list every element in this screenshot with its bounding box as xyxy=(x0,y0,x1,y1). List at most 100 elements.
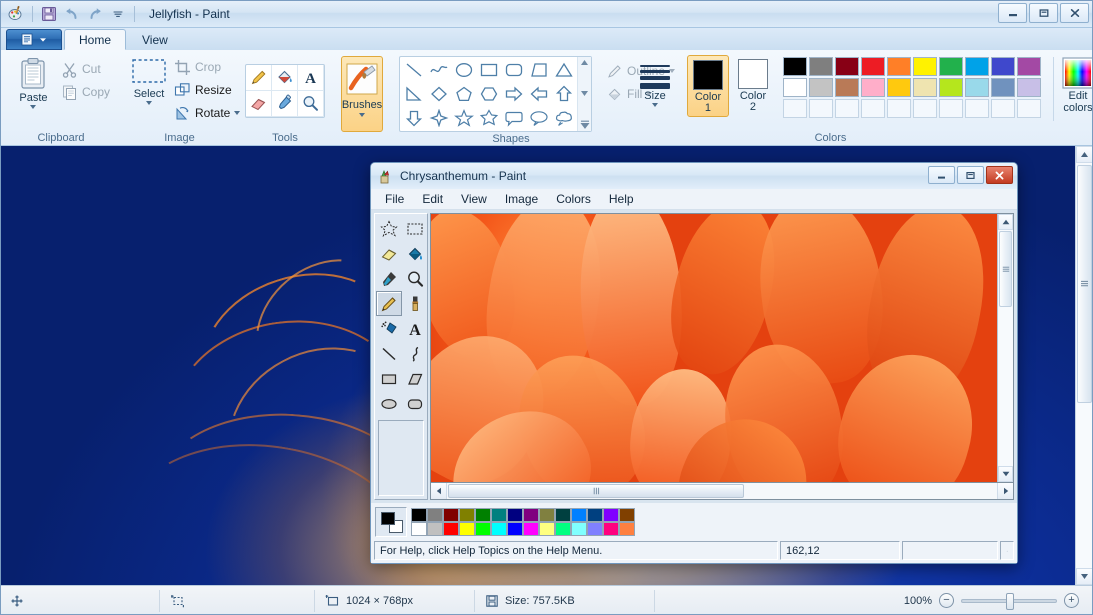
pencil-tool-icon[interactable] xyxy=(376,291,402,316)
palette-swatch-row3-3[interactable] xyxy=(861,99,885,118)
rotate-button[interactable]: Rotate xyxy=(170,102,244,124)
undo-icon[interactable] xyxy=(62,4,82,24)
shapes-gallery-scrollbar[interactable] xyxy=(577,57,591,131)
paste-dropdown-caret[interactable] xyxy=(30,105,37,109)
shape-hexagon-icon[interactable] xyxy=(476,82,501,106)
brush-tool-icon[interactable] xyxy=(402,291,428,316)
canvas-scroll-down-button[interactable] xyxy=(998,466,1013,482)
zoom-in-button[interactable]: + xyxy=(1064,593,1079,608)
palette-swatch-row2-0[interactable] xyxy=(783,78,807,97)
classic-swatch-row2-4[interactable] xyxy=(475,522,491,536)
classic-swatch-row2-7[interactable] xyxy=(523,522,539,536)
vertical-scroll-track[interactable] xyxy=(1076,163,1093,568)
shape-left-arrow-icon[interactable] xyxy=(526,82,551,106)
palette-swatch-row3-1[interactable] xyxy=(809,99,833,118)
rectangle-tool-icon[interactable] xyxy=(376,366,402,391)
crop-button[interactable]: Crop xyxy=(170,56,244,78)
classic-swatch-row2-5[interactable] xyxy=(491,522,507,536)
line-tool-icon[interactable] xyxy=(376,341,402,366)
palette-swatch-row2-8[interactable] xyxy=(991,78,1015,97)
polygon-tool-icon[interactable] xyxy=(402,366,428,391)
palette-swatch-row1-7[interactable] xyxy=(965,57,989,76)
classic-swatch-row1-6[interactable] xyxy=(507,508,523,522)
palette-swatch-row3-5[interactable] xyxy=(913,99,937,118)
palette-swatch-row1-9[interactable] xyxy=(1017,57,1041,76)
menu-colors[interactable]: Colors xyxy=(548,190,599,208)
classic-swatch-row2-8[interactable] xyxy=(539,522,555,536)
zoom-slider-track[interactable] xyxy=(961,592,1057,610)
fill-with-color-icon[interactable] xyxy=(272,65,298,91)
classic-swatch-row2-10[interactable] xyxy=(571,522,587,536)
canvas-scroll-left-button[interactable] xyxy=(431,483,447,499)
classic-swatch-row2-13[interactable] xyxy=(619,522,635,536)
palette-swatch-row3-7[interactable] xyxy=(965,99,989,118)
tab-view[interactable]: View xyxy=(128,29,182,50)
classic-swatch-row2-3[interactable] xyxy=(459,522,475,536)
classic-swatch-row1-0[interactable] xyxy=(411,508,427,522)
palette-swatch-row3-4[interactable] xyxy=(887,99,911,118)
eraser-tool-icon[interactable] xyxy=(246,91,272,117)
resize-button[interactable]: Resize xyxy=(170,79,244,101)
select-button[interactable]: Select xyxy=(130,54,168,105)
classic-swatch-row2-1[interactable] xyxy=(427,522,443,536)
minimize-button[interactable] xyxy=(998,3,1027,23)
menu-image[interactable]: Image xyxy=(497,190,546,208)
rectangle-select-tool-icon[interactable] xyxy=(402,216,428,241)
zoom-out-button[interactable]: − xyxy=(939,593,954,608)
palette-swatch-row1-4[interactable] xyxy=(887,57,911,76)
palette-swatch-row2-3[interactable] xyxy=(861,78,885,97)
foreground-background-swatch[interactable] xyxy=(375,507,407,537)
shape-rounded-rectangle-icon[interactable] xyxy=(501,58,526,82)
color-picker-tool-icon[interactable] xyxy=(272,91,298,117)
save-icon[interactable] xyxy=(39,4,59,24)
classic-swatch-row2-0[interactable] xyxy=(411,522,427,536)
ellipse-tool-icon[interactable] xyxy=(376,391,402,416)
canvas-hscroll-thumb[interactable] xyxy=(448,484,744,498)
chrysanthemum-canvas[interactable] xyxy=(431,214,997,482)
text-tool-icon[interactable]: A xyxy=(402,316,428,341)
scroll-up-button[interactable] xyxy=(1076,146,1093,163)
canvas-hscroll-track[interactable] xyxy=(447,483,997,499)
canvas-horizontal-scrollbar[interactable] xyxy=(430,483,1014,500)
inner-restore-button[interactable] xyxy=(957,166,984,184)
zoom-slider-knob[interactable] xyxy=(1006,592,1014,610)
palette-swatch-row1-1[interactable] xyxy=(809,57,833,76)
classic-swatch-row2-6[interactable] xyxy=(507,522,523,536)
size-button[interactable]: Size xyxy=(639,58,671,107)
palette-swatch-row2-9[interactable] xyxy=(1017,78,1041,97)
palette-swatch-row2-7[interactable] xyxy=(965,78,989,97)
palette-swatch-row2-1[interactable] xyxy=(809,78,833,97)
menu-edit[interactable]: Edit xyxy=(414,190,451,208)
rounded-rectangle-tool-icon[interactable] xyxy=(402,391,428,416)
palette-swatch-row3-8[interactable] xyxy=(991,99,1015,118)
menu-help[interactable]: Help xyxy=(601,190,642,208)
airbrush-tool-icon[interactable] xyxy=(376,316,402,341)
shape-right-arrow-icon[interactable] xyxy=(501,82,526,106)
shape-up-arrow-icon[interactable] xyxy=(551,82,576,106)
classic-swatch-row1-1[interactable] xyxy=(427,508,443,522)
classic-swatch-row1-7[interactable] xyxy=(523,508,539,522)
shape-rounded-callout-icon[interactable] xyxy=(501,106,526,130)
brushes-button[interactable]: Brushes xyxy=(340,56,384,132)
shape-down-arrow-icon[interactable] xyxy=(401,106,426,130)
color-2-button[interactable]: Color 2 xyxy=(733,55,773,115)
copy-button[interactable]: Copy xyxy=(57,81,114,103)
shape-four-point-star-icon[interactable] xyxy=(426,106,451,130)
menu-view[interactable]: View xyxy=(453,190,495,208)
classic-swatch-row1-3[interactable] xyxy=(459,508,475,522)
close-button[interactable] xyxy=(1060,3,1089,23)
shape-pentagon-icon[interactable] xyxy=(451,82,476,106)
brushes-dropdown-caret[interactable] xyxy=(359,113,365,117)
classic-swatch-row2-12[interactable] xyxy=(603,522,619,536)
menu-file[interactable]: File xyxy=(377,190,412,208)
magnifier-tool-icon[interactable] xyxy=(298,91,324,117)
palette-swatch-row2-6[interactable] xyxy=(939,78,963,97)
paint-file-menu-button[interactable] xyxy=(6,29,62,50)
cut-button[interactable]: Cut xyxy=(57,58,114,80)
palette-swatch-row1-3[interactable] xyxy=(861,57,885,76)
workspace-vertical-scrollbar[interactable] xyxy=(1075,146,1093,585)
edit-colors-button[interactable]: Edit colors xyxy=(1062,55,1093,114)
color-1-button[interactable]: Color 1 xyxy=(687,55,729,117)
foreground-color-chip[interactable] xyxy=(381,512,395,525)
shape-oval-icon[interactable] xyxy=(451,58,476,82)
